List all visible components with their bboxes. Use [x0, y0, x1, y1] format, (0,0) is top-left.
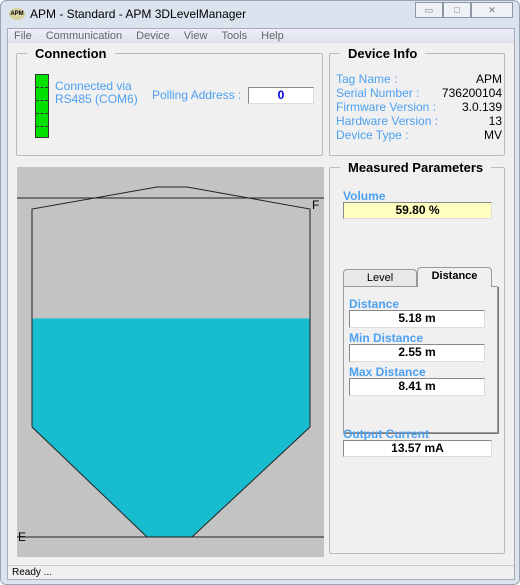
hardware-value: 13: [488, 114, 502, 128]
tag-name-value: APM: [475, 72, 502, 86]
connection-led-icon: [35, 74, 49, 138]
empty-label: E: [18, 530, 26, 544]
menu-help[interactable]: Help: [261, 29, 284, 43]
menu-communication[interactable]: Communication: [46, 29, 122, 43]
title-bar: APM APM - Standard - APM 3DLevelManager: [9, 7, 246, 21]
window-title: APM - Standard - APM 3DLevelManager: [30, 7, 247, 21]
tag-name-label: Tag Name :: [336, 72, 398, 86]
distance-value: 5.18 m: [349, 310, 485, 328]
tank-view: F E: [17, 167, 324, 557]
status-line2: RS485 (COM6): [55, 92, 138, 106]
firmware-label: Firmware Version :: [336, 100, 437, 114]
output-current-label: Output Current: [343, 427, 429, 441]
maximize-button[interactable]: □: [443, 2, 471, 18]
status-bar: Ready ...: [8, 565, 514, 579]
min-distance-label: Min Distance: [349, 331, 424, 345]
device-info-list: Tag Name : APM Serial Number : 736200104 F…: [336, 72, 502, 142]
polling-address-label: Polling Address :: [152, 88, 242, 102]
measured-title: Measured Parameters: [348, 160, 484, 175]
close-button[interactable]: ✕: [471, 2, 513, 18]
app-logo-icon: APM: [9, 8, 25, 20]
liquid-body: [32, 318, 310, 427]
hardware-label: Hardware Version :: [336, 114, 439, 128]
menu-tools[interactable]: Tools: [221, 29, 247, 43]
tank-graphic: F E: [17, 186, 324, 544]
max-distance-label: Max Distance: [349, 365, 426, 379]
volume-value: 59.80 %: [343, 202, 492, 219]
menu-device[interactable]: Device: [136, 29, 170, 43]
device-type-label: Device Type :: [336, 128, 409, 142]
minimize-button[interactable]: ▭: [415, 2, 443, 18]
distance-label: Distance: [349, 297, 400, 311]
device-info-title: Device Info: [348, 46, 418, 61]
max-distance-value: 8.41 m: [349, 378, 485, 396]
menu-file[interactable]: File: [14, 29, 32, 43]
output-current-value: 13.57 mA: [343, 440, 492, 457]
menu-bar: File Communication Device View Tools Hel…: [8, 29, 514, 43]
serial-number-value: 736200104: [441, 86, 502, 100]
serial-number-label: Serial Number :: [336, 86, 420, 100]
polling-address-input[interactable]: 0: [248, 87, 314, 104]
connection-title: Connection: [35, 46, 107, 61]
connection-status: Connected via RS485 (COM6): [55, 80, 138, 106]
tab-distance[interactable]: Distance: [417, 267, 492, 287]
min-distance-value: 2.55 m: [349, 344, 485, 362]
firmware-value: 3.0.139: [461, 100, 502, 114]
volume-label: Volume: [343, 189, 386, 203]
menu-view[interactable]: View: [184, 29, 208, 43]
full-label: F: [312, 198, 319, 212]
tab-level[interactable]: Level: [343, 269, 417, 287]
device-type-value: MV: [484, 128, 502, 142]
liquid-cone: [32, 427, 310, 537]
app-window: APM APM - Standard - APM 3DLevelManager …: [0, 0, 520, 585]
